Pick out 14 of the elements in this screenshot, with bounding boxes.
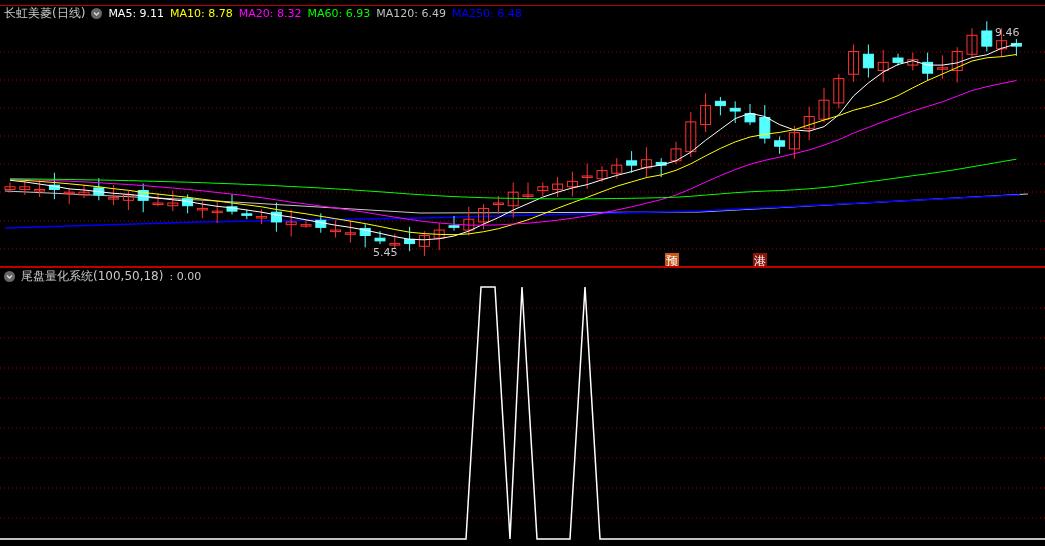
- signal-badge: 预: [665, 253, 679, 266]
- indicator-value: : 0.00: [169, 269, 202, 283]
- stock-title: 长虹美菱(日线): [4, 4, 86, 22]
- price-low-label: 5.45: [373, 246, 398, 259]
- moving-average-value: MA250: 6.48: [451, 6, 522, 20]
- dropdown-icon[interactable]: [91, 7, 103, 19]
- moving-average-value: MA120: 6.49: [376, 6, 446, 20]
- indicator-title: 尾盘量化系统(100,50,18): [21, 267, 164, 285]
- moving-average-value: MA10: 8.78: [170, 6, 233, 20]
- moving-average-value: MA5: 9.11: [108, 6, 165, 20]
- moving-average-value: MA20: 8.32: [238, 6, 302, 20]
- moving-average-value: MA60: 6.93: [307, 6, 371, 20]
- dropdown-icon[interactable]: [4, 270, 15, 282]
- signal-badge: 港: [753, 253, 767, 266]
